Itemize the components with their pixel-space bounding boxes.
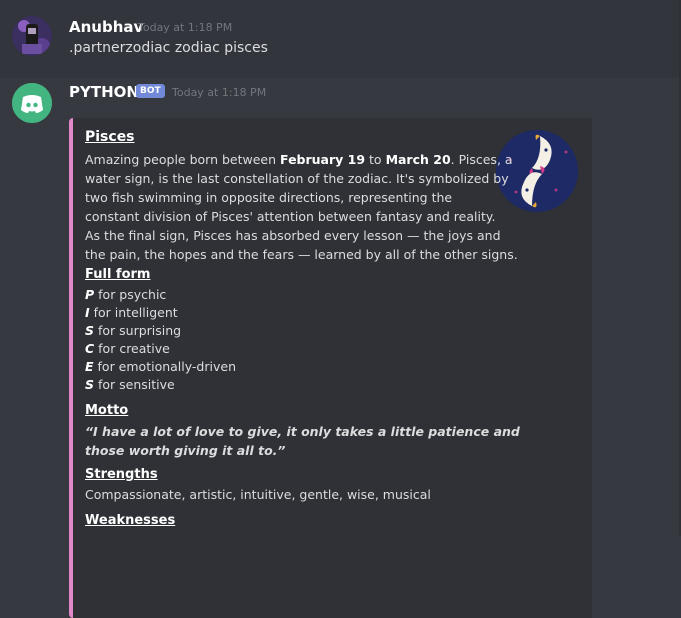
full-form-row: P for psychic [85,287,167,302]
date-start: February 19 [280,152,366,167]
full-form-row: C for creative [85,341,170,356]
motto-heading: Motto [85,403,129,418]
username[interactable]: Anubhav [69,18,143,36]
desc-line: Amazing people born between February 19 … [85,152,513,167]
full-form-row: E for emotionally-driven [85,359,236,374]
message-anubhav: Anubhav Today at 1:18 PM .partnerzodiac … [0,0,681,78]
message-timestamp: Today at 1:18 PM [138,21,233,34]
desc-line: two fish swimming in opposite directions… [85,190,453,205]
user-avatar[interactable] [12,16,52,56]
message-python-bot: PYTHON BOT Today at 1:18 PM Pisces Amazi… [0,78,681,618]
embed-description: Amazing people born between February 19 … [85,150,518,264]
desc-line: water sign, is the last constellation of… [85,171,509,186]
date-end: March 20 [385,152,451,167]
full-form-heading: Full form [85,267,151,282]
desc-line: As the final sign, Pisces has absorbed e… [85,228,501,243]
discord-logo-icon [12,83,52,123]
desc-line: the pain, the hopes and the fears — lear… [85,247,518,262]
strengths-heading: Strengths [85,467,158,482]
motto-text: “I have a lot of love to give, it only t… [85,424,520,458]
bot-tag: BOT [136,84,165,98]
message-text: .partnerzodiac zodiac pisces [69,40,268,56]
bot-username[interactable]: PYTHON [69,83,139,101]
message-timestamp: Today at 1:18 PM [172,86,267,99]
avatar-image [12,16,52,56]
full-form-list: P for psychic I for intelligent S for su… [85,286,236,394]
desc-line: constant division of Pisces' attention b… [85,209,496,224]
zodiac-embed: Pisces Amazing people born between Febru… [69,118,592,618]
full-form-row: I for intelligent [85,305,178,320]
full-form-row: S for surprising [85,323,182,338]
weaknesses-heading: Weaknesses [85,513,176,528]
embed-title[interactable]: Pisces [85,129,135,145]
bot-avatar[interactable] [12,83,52,123]
full-form-row: S for sensitive [85,377,175,392]
strengths-text: Compassionate, artistic, intuitive, gent… [85,487,431,502]
